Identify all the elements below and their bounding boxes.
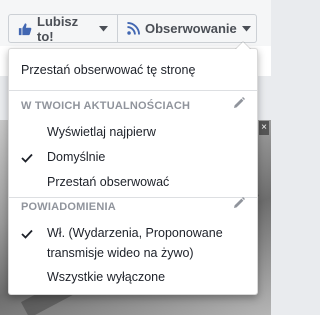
default-label: Domyślnie <box>47 150 106 164</box>
unfollow-label: Przestań obserwować <box>47 175 170 189</box>
all-off-label: Wszystkie wyłączone <box>47 270 166 284</box>
notifications-on-item[interactable]: Wł. (Wydarzenia, Proponowane transmisje … <box>9 225 257 265</box>
news-feed-section-title: W TWOICH AKTUALNOŚCIACH <box>21 100 191 112</box>
like-button[interactable]: Lubisz to! <box>8 13 118 44</box>
menu-pointer <box>235 41 251 49</box>
rss-feed-icon <box>127 22 140 35</box>
checkmark-icon <box>21 151 33 167</box>
see-first-item[interactable]: Wyświetlaj najpierw <box>9 124 257 142</box>
chevron-down-icon <box>99 25 108 32</box>
notifications-on-label-line1: Wł. (Wydarzenia, Proponowane <box>47 226 223 240</box>
follow-settings-menu: Przestań obserwować tę stronę W TWOICH A… <box>8 41 258 295</box>
unfollow-page-label: Przestań obserwować tę stronę <box>21 63 196 77</box>
menu-divider <box>9 90 257 91</box>
like-button-label: Lubisz to! <box>37 13 79 44</box>
see-first-label: Wyświetlaj najpierw <box>47 125 156 139</box>
notifications-on-label-line2: transmisje wideo na żywo) <box>47 246 194 260</box>
unfollow-item[interactable]: Przestań obserwować <box>9 174 257 192</box>
close-icon[interactable]: × <box>259 121 269 135</box>
default-item[interactable]: Domyślnie <box>9 149 257 167</box>
following-button-label: Obserwowanie <box>145 21 237 36</box>
chevron-down-icon <box>241 25 251 32</box>
unfollow-page-item[interactable]: Przestań obserwować tę stronę <box>9 62 257 80</box>
thumbs-up-icon <box>18 22 32 36</box>
all-off-item[interactable]: Wszystkie wyłączone <box>9 269 257 287</box>
pencil-icon[interactable] <box>233 96 245 114</box>
pencil-icon[interactable] <box>233 196 245 214</box>
notifications-section-title: POWIADOMIENIA <box>21 201 116 213</box>
checkmark-icon <box>21 227 33 243</box>
page-action-buttons: Lubisz to! Obserwowanie <box>8 13 257 44</box>
following-button[interactable]: Obserwowanie <box>118 14 257 43</box>
menu-divider <box>9 197 257 198</box>
